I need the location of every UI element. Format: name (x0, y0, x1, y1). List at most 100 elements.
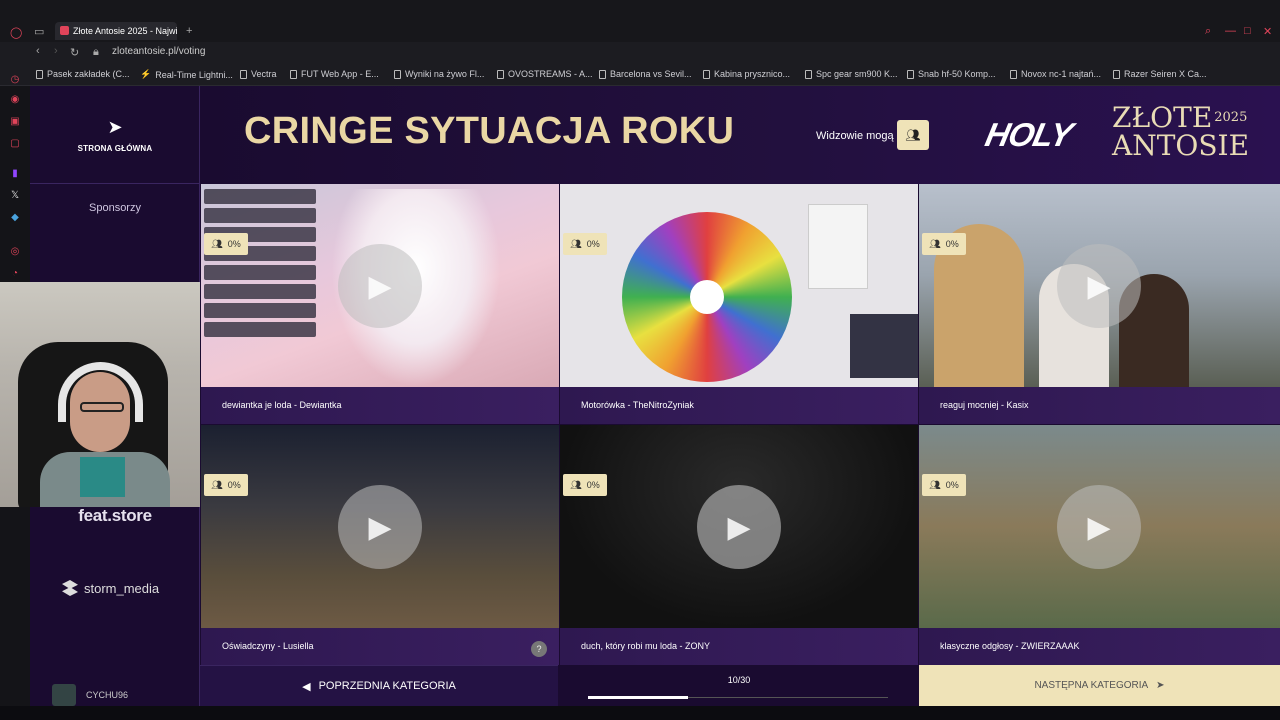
page-icon (599, 69, 606, 79)
users-icon: 👥︎ (570, 238, 582, 249)
bookmark-item[interactable]: Wyniki na żywo Fl... (394, 69, 484, 79)
nominee-card[interactable]: ▶ 👥︎ 0% Oświadczyny - Lusiella ? (201, 425, 559, 665)
browser-titlebar: ◯ ▭ Złote Antosie 2025 - Najwi + ⌕ — □ ✕ (0, 0, 1280, 42)
vote-percent-badge: 👥︎ 0% (922, 474, 966, 496)
arrow-right-icon: ➤ (1156, 680, 1165, 691)
messenger-icon[interactable]: ◉ (9, 94, 21, 106)
help-icon[interactable]: ? (531, 641, 547, 657)
avatar (52, 684, 76, 706)
video-thumbnail[interactable] (560, 184, 918, 387)
chat-icon[interactable]: ▣ (9, 116, 21, 128)
card-caption: reaguj mocniej - Kasix (919, 387, 1280, 424)
bookmark-item[interactable]: Pasek zakładek (C... (36, 69, 130, 79)
username: CYCHU96 (86, 690, 129, 700)
play-icon[interactable]: ▶ (338, 485, 422, 569)
history-icon[interactable]: ◷ (9, 74, 21, 86)
users-icon: 👥︎ (211, 238, 223, 249)
users-icon: 👥︎ (211, 479, 223, 490)
brand-zlote-antosie-logo: ZŁOTE 2025 ANTOSIE (1112, 101, 1250, 162)
bookmark-item[interactable]: Kabina prysznico... (703, 69, 790, 79)
page-icon (240, 69, 247, 79)
play-icon[interactable]: ▶ (1057, 244, 1141, 328)
new-tab-icon[interactable]: + (186, 25, 192, 37)
vote-percent-badge: 👥︎ 0% (204, 474, 248, 496)
home-button[interactable]: ➤ STRONA GŁÓWNA (30, 86, 200, 184)
lock-icon: 🔒︎ (93, 46, 99, 58)
sponsor-storm-media[interactable]: storm_media (62, 580, 159, 596)
video-thumbnail[interactable]: ▶ (201, 425, 559, 628)
tab-favicon-icon (60, 26, 69, 35)
vote-percent-badge: 👥︎ 0% (922, 233, 966, 255)
previous-category-button[interactable]: ◀ POPRZEDNIA KATEGORIA (200, 665, 558, 706)
home-label: STRONA GŁÓWNA (77, 143, 153, 153)
storm-logo-icon (62, 580, 78, 596)
bookmark-item[interactable]: FUT Web App - E... (290, 69, 379, 79)
bookmark-item[interactable]: Barcelona vs Sevil... (599, 69, 692, 79)
tab-menu-icon[interactable]: ▭ (34, 25, 44, 38)
card-caption: dewiantka je loda - Dewiantka (201, 387, 559, 424)
users-icon: 👥︎ (929, 479, 941, 490)
arrow-left-icon: ◀ (302, 680, 311, 693)
play-icon[interactable]: ▶ (697, 485, 781, 569)
users-icon: 👥︎ (570, 479, 582, 490)
lightning-icon: ⚡ (140, 69, 152, 79)
nominee-card[interactable]: ▶ 👥︎ 0% reaguj mocniej - Kasix (919, 184, 1280, 424)
users-icon: 👥︎ (929, 238, 941, 249)
minimize-icon[interactable]: — (1225, 25, 1236, 37)
vote-percent-badge: 👥︎ 0% (563, 233, 607, 255)
card-caption: klasyczne odgłosy - ZWIERZAAAK (919, 628, 1280, 665)
users-icon: 👥︎ (905, 128, 921, 142)
forward-icon[interactable]: › (54, 45, 58, 57)
reload-icon[interactable]: ↻ (70, 46, 79, 59)
chat-overlay (204, 189, 316, 381)
viewers-vote-button[interactable]: 👥︎ (897, 120, 929, 150)
bookmark-item[interactable]: Snab hf-50 Komp... (907, 69, 996, 79)
sponsors-heading: Sponsorzy (89, 202, 141, 214)
instagram-icon[interactable]: ▢ (9, 138, 21, 150)
page-icon (497, 69, 504, 79)
bookmark-item[interactable]: ⚡ Real-Time Lightni... (140, 69, 233, 80)
nominee-card[interactable]: ▶ 👥︎ 0% klasyczne odgłosy - ZWIERZAAAK (919, 425, 1280, 665)
tab-active[interactable]: Złote Antosie 2025 - Najwi (55, 22, 177, 40)
clock-icon[interactable]: ◔ (9, 268, 21, 280)
video-thumbnail[interactable]: ▶ (560, 425, 918, 628)
close-icon[interactable]: ✕ (1263, 25, 1272, 38)
vote-percent-badge: 👥︎ 0% (563, 474, 607, 496)
viewers-label: Widzowie mogą (816, 130, 894, 142)
bookmark-item[interactable]: Razer Seiren X Ca... (1113, 69, 1207, 79)
tab-title: Złote Antosie 2025 - Najwi (73, 26, 177, 36)
nominee-card[interactable]: ▶ 👥︎ 0% duch, który robi mu loda - ZONY (560, 425, 918, 665)
page-icon (1010, 69, 1017, 79)
arrow-left-icon: ➤ (107, 116, 123, 137)
maximize-icon[interactable]: □ (1244, 25, 1251, 37)
search-icon[interactable]: ⌕ (1205, 25, 1211, 38)
nominee-card[interactable]: 👥︎ 0% Motorówka - TheNitroZyniak (560, 184, 918, 424)
page-icon (394, 69, 401, 79)
back-icon[interactable]: ‹ (36, 45, 40, 57)
bookmark-item[interactable]: Spc gear sm900 K... (805, 69, 898, 79)
video-thumbnail[interactable]: ▶ (919, 184, 1280, 394)
video-thumbnail[interactable]: ▶ (201, 184, 559, 387)
nominee-card[interactable]: ▶ 👥︎ 0% dewiantka je loda - Dewiantka (201, 184, 559, 424)
page-title: CRINGE SYTUACJA ROKU (244, 110, 735, 152)
telegram-icon[interactable]: ◆ (9, 212, 21, 224)
progress-label: 10/30 (727, 675, 751, 685)
opera-logo-icon[interactable]: ◯ (10, 26, 22, 39)
bookmark-item[interactable]: Vectra (240, 69, 277, 79)
next-category-button[interactable]: NASTĘPNA KATEGORIA ➤ (919, 665, 1280, 706)
page-icon (805, 69, 812, 79)
user-profile[interactable]: CYCHU96 (52, 684, 128, 706)
x-icon[interactable]: 𝕏 (9, 190, 21, 202)
page-icon (1113, 69, 1120, 79)
play-icon[interactable]: ▶ (338, 244, 422, 328)
url-field[interactable]: zloteantosie.pl/voting (112, 46, 205, 57)
video-thumbnail[interactable]: ▶ (919, 425, 1280, 628)
settings-icon[interactable]: ◎ (9, 246, 21, 258)
folder-icon (36, 69, 43, 79)
twitch-icon[interactable]: ▮ (9, 168, 21, 180)
bookmark-item[interactable]: Novox nc-1 najtań... (1010, 69, 1101, 79)
card-caption: duch, który robi mu loda - ZONY (560, 628, 918, 665)
play-icon[interactable]: ▶ (1057, 485, 1141, 569)
bookmark-item[interactable]: OVOSTREAMS - A... (497, 69, 593, 79)
sponsor-feat-store[interactable]: feat.store (30, 506, 200, 526)
